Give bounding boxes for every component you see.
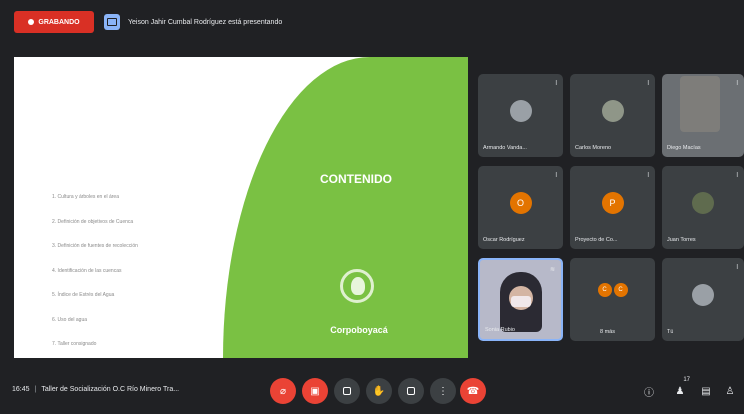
more-avatars: C C [597,282,628,297]
leave-call-button[interactable]: ☎ [460,378,486,404]
captions-icon [343,387,351,395]
avatar: P [601,191,624,214]
participant-tile[interactable]: ⅼ Diego Macías [662,74,744,157]
avatar: O [509,191,532,214]
recording-dot-icon [28,19,35,25]
people-icon: ♟ [675,385,685,397]
bottom-bar: 16:45 | Taller de Socialización O.C Río Mi… [0,368,744,414]
meet-window: GRABANDO Yeison Jahir Cumbal Rodríguez e… [0,0,744,414]
present-button[interactable] [398,378,424,404]
chat-icon: ▤ [701,385,711,397]
meeting-details-button[interactable]: ⓘ [641,383,657,399]
meeting-info: 16:45 | Taller de Socialización O.C Río Mi… [12,386,179,393]
participant-tile[interactable]: ⅼ Armando Vanda... [478,74,563,157]
mic-off-icon: ⅼ [647,173,649,179]
mic-off-icon: ⅼ [555,173,557,179]
mic-toggle-button[interactable]: ⌀ [270,378,296,404]
participant-video-tile[interactable]: ≋ Sonia Rubio [478,258,563,341]
people-button[interactable]: ♟ 17 [672,377,690,399]
mic-off-icon: ⅼ [736,173,738,179]
mic-off-icon: ⅼ [736,81,738,87]
avatar [692,283,714,306]
slide-content-list: 1. Cultura y árboles en el área 2. Defin… [52,194,138,358]
participant-name: Tú [667,329,674,335]
mic-off-icon: ⅼ [555,81,557,87]
captions-button[interactable] [334,378,360,404]
corpoboyaca-logo-icon [340,269,374,303]
mic-off-icon: ⅼ [647,81,649,87]
clock-time: 16:45 [12,386,30,393]
avatar: C [597,282,612,297]
participant-name: Proyecto de Co... [575,237,618,243]
mic-off-icon: ⅼ [736,265,738,271]
avatar [601,99,624,122]
meeting-title: Taller de Socialización O.C Río Minero T… [41,386,180,393]
slide-list-item: 1. Cultura y árboles en el área [52,194,119,200]
presenter-indicator: Yeison Jahir Cumbal Rodríguez está prese… [104,14,282,30]
slide-list-item: 6. Uso del agua [52,316,88,323]
present-screen-icon [104,14,120,30]
speaking-icon: ≋ [549,267,555,273]
recording-badge[interactable]: GRABANDO [14,11,94,33]
top-bar: GRABANDO Yeison Jahir Cumbal Rodríguez e… [0,0,744,44]
avatar: C [613,282,628,297]
avatar [509,99,532,122]
avatar [680,76,720,132]
info-icon: ⓘ [644,387,654,399]
more-participants-tile[interactable]: C C 8 más [570,258,655,341]
participant-tile[interactable]: ⅼ Juan Torres [662,166,744,249]
more-options-button[interactable]: ⋮ [430,378,456,404]
presentation-slide[interactable]: 1. Cultura y árboles en el área 2. Defin… [14,57,468,358]
participant-name: Carlos Moreno [575,145,612,151]
face-mask [511,296,531,307]
hand-icon: ✋ [372,385,386,397]
camera-toggle-button[interactable]: ▣ [302,378,328,404]
presenter-text: Yeison Jahir Cumbal Rodríguez está prese… [128,18,283,26]
participant-name: Armando Vanda... [483,145,527,151]
participant-tile[interactable]: ⅼ Carlos Moreno [570,74,655,157]
slide-list-item: 5. Índice de Estrés del Agua [52,292,115,298]
slide-list-item: 2. Definición de objetivos de Cuenca [52,218,134,225]
slide-logo-text: Corpoboyacá [330,325,388,335]
more-vert-icon: ⋮ [438,385,448,397]
raise-hand-button[interactable]: ✋ [366,378,392,404]
avatar [692,191,714,214]
participant-name: Juan Torres [667,237,696,243]
present-icon [407,387,415,395]
participants-count-badge: 17 [683,377,690,383]
participant-tile[interactable]: ⅼ O Oscar Rodríguez [478,166,563,249]
chat-button[interactable]: ▤ [698,383,714,399]
hang-up-icon: ☎ [466,385,480,397]
participant-name: 8 más [600,329,615,335]
activities-button[interactable]: ♙ [722,383,738,399]
participant-name: Diego Macías [667,145,701,151]
recording-label: GRABANDO [38,18,80,26]
slide-list-item: 7. Taller consignado [52,341,97,347]
participant-name: Oscar Rodríguez [483,237,525,243]
self-tile[interactable]: ⅼ Tú [662,258,744,341]
divider: | [34,386,37,393]
participant-name: Sonia Rubio [485,327,515,333]
slide-green-panel [223,57,468,358]
slide-title: CONTENIDO [320,172,392,186]
camera-off-icon: ▣ [310,385,320,397]
mic-off-icon: ⌀ [279,385,287,397]
slide-list-item: 4. Identificación de las cuencas [52,267,122,274]
activities-icon: ♙ [725,385,735,397]
slide-list-item: 3. Definición de fuentes de recolección [52,243,138,249]
participant-tile[interactable]: ⅼ P Proyecto de Co... [570,166,655,249]
